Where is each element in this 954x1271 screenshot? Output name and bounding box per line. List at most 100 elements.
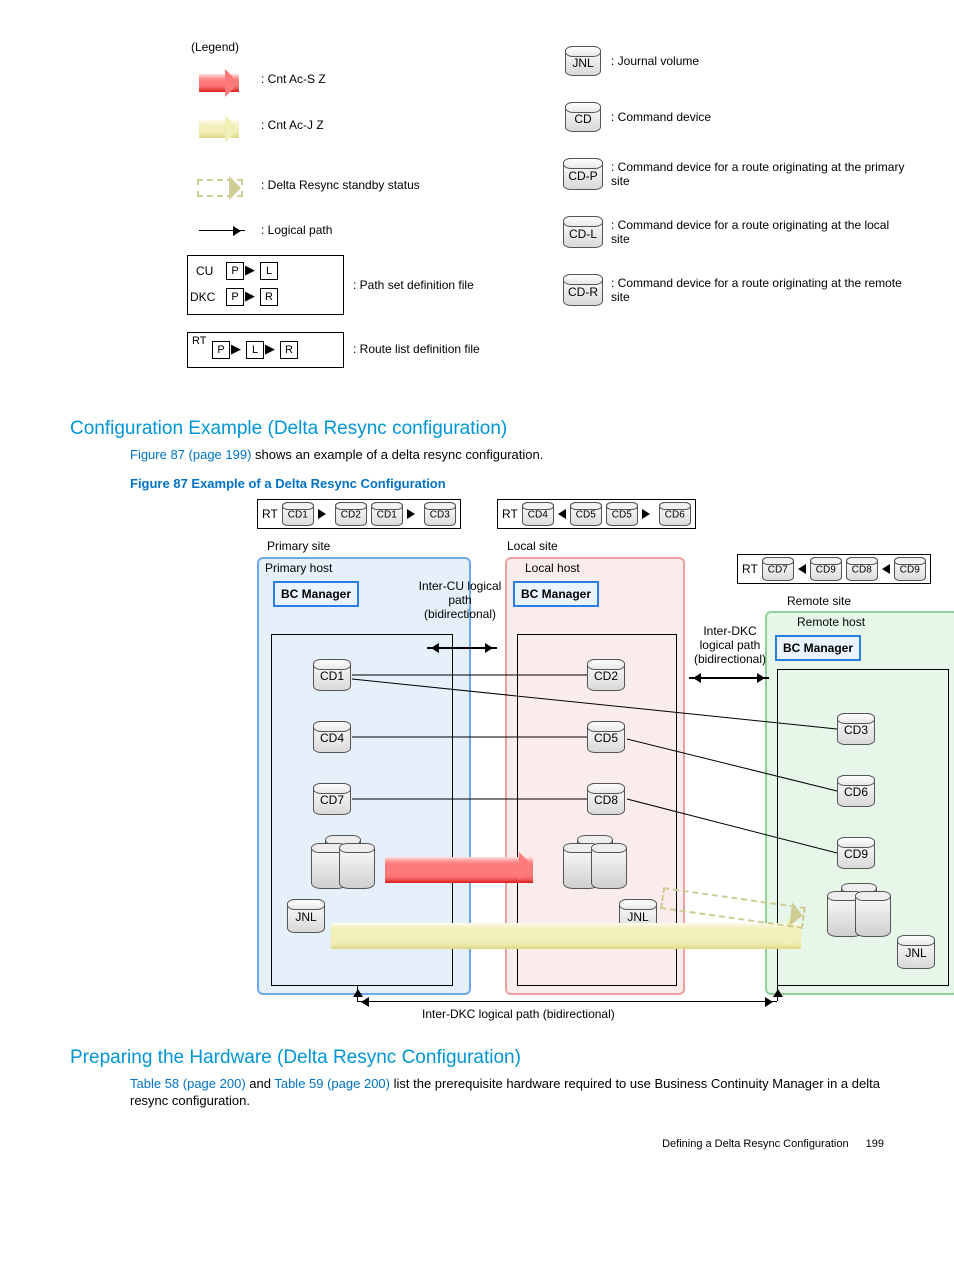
route-list-box: RT P ▶ L ▶ R	[187, 332, 344, 368]
cyl-label: CD9	[811, 564, 841, 575]
cylinder-icon: CD7	[762, 557, 794, 581]
rt-box-3: RT CD7 CD9 CD8 CD9	[737, 554, 931, 584]
arrow-icon: ▶	[265, 341, 275, 357]
cylinder-icon: CD9	[810, 557, 842, 581]
cylinder-icon: CD8	[587, 783, 625, 815]
legend-diagram: (Legend) : Cnt Ac-S Z : Cnt Ac-J Z : Del…	[187, 40, 947, 400]
cyl-label: CD6	[660, 509, 690, 520]
cyl-label: CD	[566, 112, 600, 126]
cyl-label: CD4	[314, 731, 350, 745]
cylinder-icon: CD-R	[563, 274, 603, 306]
arrow-icon	[642, 509, 655, 519]
storage-cluster-icon	[301, 835, 381, 890]
primary-site-label: Primary site	[267, 539, 330, 553]
legend-right-2: : Command device for a route originating…	[611, 160, 911, 188]
cyl-label: CD-L	[564, 227, 602, 241]
bc-manager-remote: BC Manager	[775, 635, 861, 661]
rt-label: RT	[262, 507, 278, 521]
cylinder-icon: CD1	[313, 659, 351, 691]
label: RT	[192, 335, 206, 347]
cyl-label: CD7	[314, 793, 350, 807]
box-r: R	[280, 341, 298, 359]
arrow-icon	[331, 923, 801, 949]
legend-right-0: : Journal volume	[611, 54, 699, 68]
cylinder-icon: CD3	[424, 502, 456, 526]
cylinder-icon: CD5	[606, 502, 638, 526]
arrow-icon	[318, 509, 331, 519]
cylinder-icon: CD2	[335, 502, 367, 526]
page-number: 199	[866, 1138, 884, 1150]
primary-host-label: Primary host	[265, 561, 332, 575]
cyl-label: CD-P	[564, 169, 602, 183]
arrow-icon: ▶	[231, 341, 241, 357]
cyl-label: CD7	[763, 564, 793, 575]
cylinder-icon: CD2	[587, 659, 625, 691]
cylinder-icon: CD1	[371, 502, 403, 526]
cylinder-icon: CD-L	[563, 216, 603, 248]
inter-dkc-bottom-label: Inter-DKC logical path (bidirectional)	[422, 1007, 615, 1021]
para-prepare-hardware: Table 58 (page 200) and Table 59 (page 2…	[130, 1075, 884, 1110]
cylinder-icon: JNL	[287, 899, 325, 933]
link-table-59[interactable]: Table 59 (page 200)	[274, 1076, 390, 1091]
rt-label: RT	[742, 562, 758, 576]
bc-manager-primary: BC Manager	[273, 581, 359, 607]
storage-cluster-icon	[817, 883, 897, 938]
arrow-icon	[558, 509, 566, 519]
legend-left-4: : Path set definition file	[353, 278, 474, 292]
rt-box-2: RT CD4 CD5 CD5 CD6	[497, 499, 696, 529]
figure-caption-87: Figure 87 Example of a Delta Resync Conf…	[130, 476, 884, 491]
footer-title: Defining a Delta Resync Configuration	[662, 1138, 849, 1150]
text: and	[246, 1076, 275, 1091]
legend-left-0: : Cnt Ac-S Z	[261, 72, 326, 86]
cylinder-icon: JNL	[897, 935, 935, 969]
legend-right-1: : Command device	[611, 110, 711, 124]
arrow-up-icon	[777, 985, 778, 1001]
arrow-icon	[882, 564, 890, 574]
para-config-example: Figure 87 (page 199) shows an example of…	[130, 446, 884, 464]
cyl-label: CD1	[283, 509, 313, 520]
arrow-up-icon	[357, 985, 358, 1001]
local-site-label: Local site	[507, 539, 558, 553]
legend-right-3: : Command device for a route originating…	[611, 218, 911, 246]
link-table-58[interactable]: Table 58 (page 200)	[130, 1076, 246, 1091]
label: CU	[196, 264, 213, 278]
arrow-icon	[197, 179, 243, 197]
cyl-label: CD5	[607, 509, 637, 520]
arrow-icon: ▶	[245, 288, 255, 304]
cyl-label: CD3	[425, 509, 455, 520]
path-set-box: CU P ▶ L DKC P ▶ R	[187, 255, 344, 315]
arrow-icon	[798, 564, 806, 574]
cyl-label: CD5	[588, 731, 624, 745]
heading-config-example: Configuration Example (Delta Resync conf…	[70, 418, 884, 440]
cylinder-icon: CD4	[522, 502, 554, 526]
inter-dkc-label: Inter-DKC logical path (bidirectional)	[685, 624, 775, 667]
box-p: P	[226, 288, 244, 306]
bidir-arrow-icon	[427, 647, 497, 649]
arrow-icon: ▶	[245, 262, 255, 278]
jnl-label: JNL	[898, 946, 934, 960]
rt-box-1: RT CD1 CD2 CD1 CD3	[257, 499, 461, 529]
cyl-label: CD1	[314, 669, 350, 683]
cyl-label: CD9	[895, 564, 925, 575]
bidir-arrow-icon	[689, 677, 769, 679]
cyl-label: CD9	[838, 847, 874, 861]
box-l: L	[246, 341, 264, 359]
jnl-label: JNL	[288, 910, 324, 924]
remote-site-label: Remote site	[787, 594, 851, 608]
local-host-label: Local host	[525, 561, 580, 575]
cyl-label: CD1	[372, 509, 402, 520]
cyl-label: CD8	[588, 793, 624, 807]
arrow-icon	[385, 857, 533, 883]
rt-label: RT	[502, 507, 518, 521]
cylinder-icon: CD8	[846, 557, 878, 581]
arrow-icon	[199, 74, 239, 92]
legend-right-4: : Command device for a route originating…	[611, 276, 911, 304]
legend-left-3: : Logical path	[261, 223, 332, 237]
cylinder-icon: CD5	[570, 502, 602, 526]
cyl-label: CD4	[523, 509, 553, 520]
heading-prepare-hardware: Preparing the Hardware (Delta Resync Con…	[70, 1047, 884, 1069]
cylinder-icon: CD3	[837, 713, 875, 745]
link-figure-87[interactable]: Figure 87 (page 199)	[130, 447, 251, 462]
para-tail: shows an example of a delta resync confi…	[251, 447, 543, 462]
box-r: R	[260, 288, 278, 306]
